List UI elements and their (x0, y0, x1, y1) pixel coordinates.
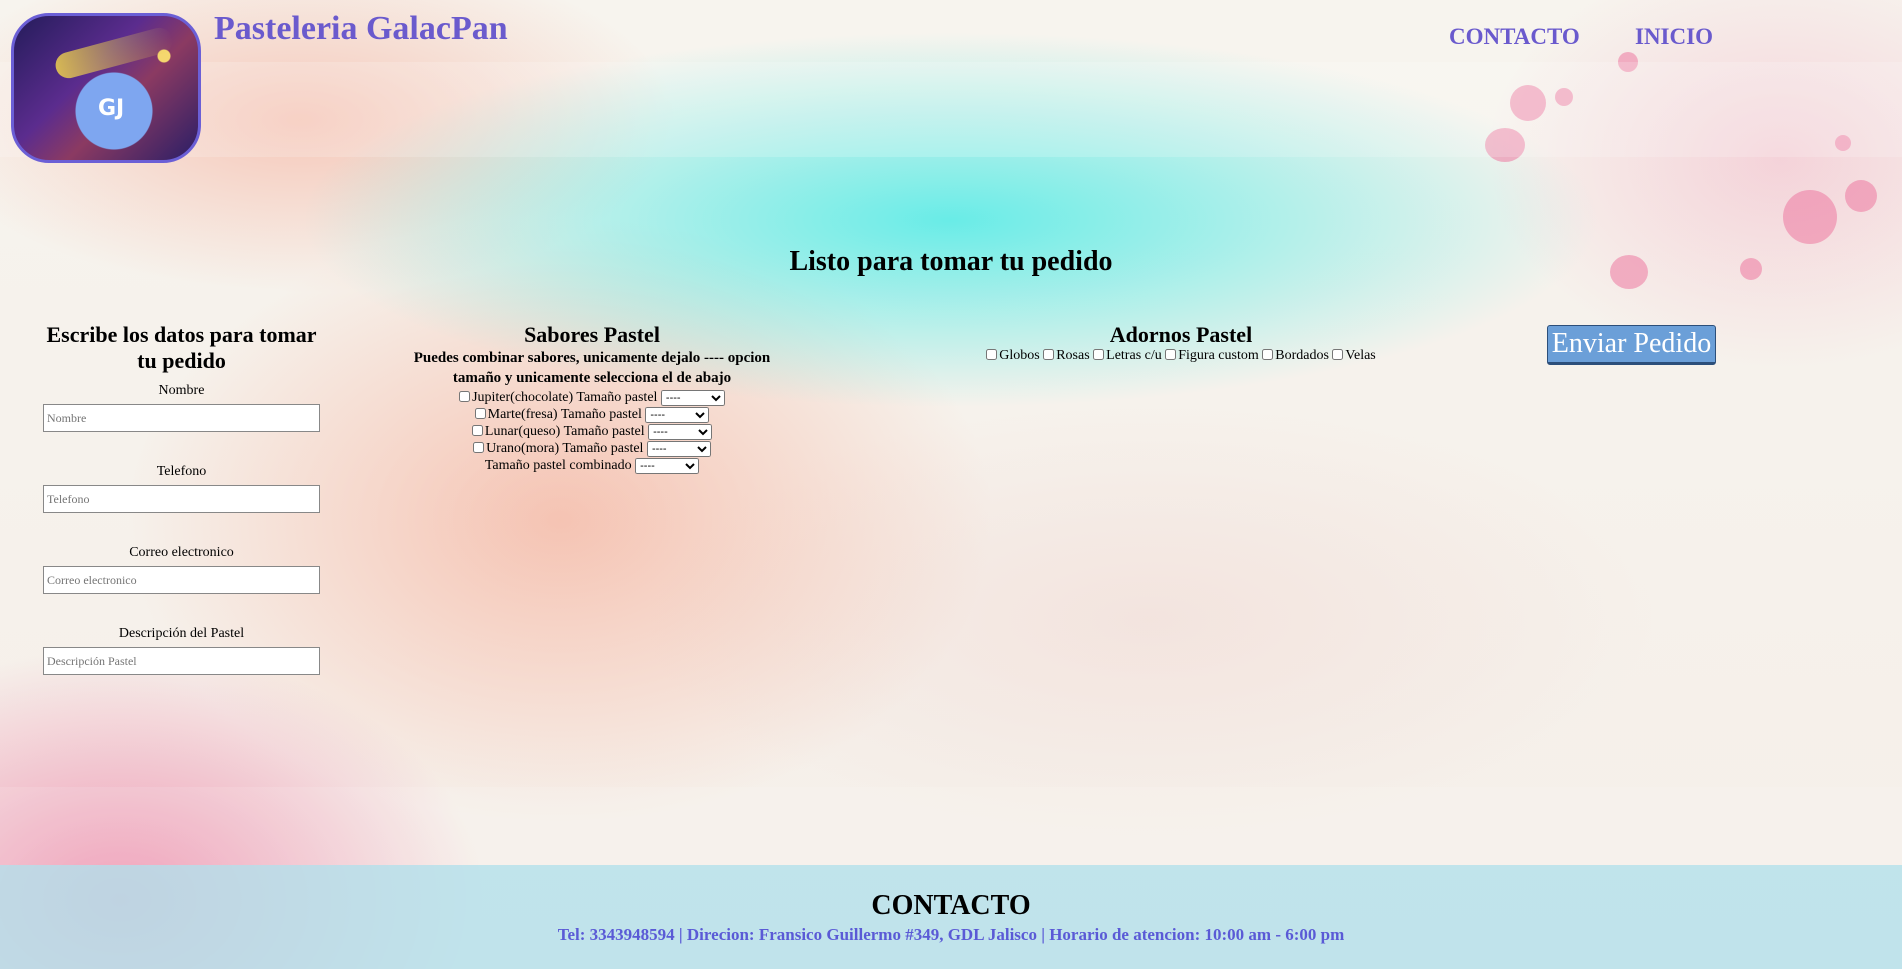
flavor-name: Urano(mora) (486, 441, 560, 456)
combined-size-label: Tamaño pastel combinado (484, 458, 632, 473)
footer-heading: CONTACTO (871, 890, 1031, 921)
phone-input[interactable] (43, 485, 320, 513)
size-label: Tamaño pastel (576, 390, 658, 405)
flavor-lunar-size-select[interactable]: ---- (648, 424, 713, 440)
decor-bordados-checkbox[interactable] (1262, 349, 1274, 360)
combined-size-select[interactable]: ---- (635, 458, 700, 474)
flavor-urano-checkbox[interactable] (473, 442, 485, 453)
decor-letras-checkbox[interactable] (1093, 349, 1105, 360)
flavor-urano-size-select[interactable]: ---- (646, 441, 711, 457)
site-title: Pasteleria GalacPan (214, 10, 508, 47)
flavor-marte-checkbox[interactable] (474, 408, 486, 419)
header-band (0, 62, 1902, 157)
decor-splash (1783, 190, 1837, 244)
submit-order-button[interactable]: Enviar Pedido (1547, 325, 1716, 365)
description-field-group: Descripción del Pastel (40, 625, 323, 675)
footer-contact-info: Tel: 3343948594 | Direcion: Fransico Gui… (557, 925, 1345, 944)
decor-label: Rosas (1056, 348, 1090, 363)
combined-size-row: Tamaño pastel combinado ---- (400, 457, 784, 474)
decorations-heading: Adornos Pastel (1109, 322, 1253, 347)
flavor-name: Jupiter(chocolate) (472, 390, 574, 405)
shooting-star-icon (52, 24, 176, 82)
footer: CONTACTO Tel: 3343948594 | Direcion: Fra… (0, 865, 1902, 969)
decor-label: Velas (1345, 348, 1376, 363)
flavor-marte-size-select[interactable]: ---- (645, 407, 710, 423)
email-label: Correo electronico (129, 545, 234, 560)
flavor-jupiter-size-select[interactable]: ---- (660, 390, 725, 406)
description-label: Descripción del Pastel (118, 626, 245, 641)
flavor-name: Lunar(queso) (484, 424, 561, 439)
phone-field-group: Telefono (40, 463, 323, 513)
email-input[interactable] (43, 566, 320, 594)
decorations-section: Adornos Pastel Globos Rosas Letras c/u F… (960, 322, 1402, 364)
flavor-jupiter-checkbox[interactable] (459, 391, 471, 402)
logo-glyph: GJ (98, 96, 125, 121)
nav-inicio-link[interactable]: INICIO (1635, 24, 1713, 50)
decor-globos-checkbox[interactable] (986, 349, 998, 360)
flavor-row-lunar: Lunar(queso) Tamaño pastel ---- (400, 423, 784, 440)
decor-velas-checkbox[interactable] (1332, 349, 1344, 360)
flavor-name: Marte(fresa) (487, 407, 558, 422)
nav-contacto-link[interactable]: CONTACTO (1449, 24, 1580, 50)
flavors-note: Puedes combinar sabores, unicamente deja… (413, 350, 771, 386)
decor-figura-checkbox[interactable] (1165, 349, 1177, 360)
flavor-row-marte: Marte(fresa) Tamaño pastel ---- (400, 406, 784, 423)
name-input[interactable] (43, 404, 320, 432)
page-title: Listo para tomar tu pedido (789, 246, 1113, 277)
flavors-section: Sabores Pastel Puedes combinar sabores, … (400, 322, 784, 474)
decor-splash (1845, 180, 1877, 212)
customer-form: Escribe los datos para tomar tu pedido N… (40, 322, 323, 706)
flavors-heading: Sabores Pastel (524, 322, 660, 347)
footer-band (0, 787, 1902, 865)
logo: GJ (11, 13, 201, 163)
decor-label: Globos (999, 348, 1040, 363)
description-input[interactable] (43, 647, 320, 675)
decor-rosas-checkbox[interactable] (1043, 349, 1055, 360)
name-field-group: Nombre (40, 382, 323, 432)
name-label: Nombre (158, 383, 205, 398)
phone-label: Telefono (156, 464, 207, 479)
flavor-row-urano: Urano(mora) Tamaño pastel ---- (400, 440, 784, 457)
decorations-row: Globos Rosas Letras c/u Figura custom Bo… (960, 348, 1402, 364)
decor-label: Bordados (1275, 348, 1329, 363)
decor-label: Letras c/u (1106, 348, 1162, 363)
form-heading: Escribe los datos para tomar tu pedido (46, 322, 317, 373)
size-label: Tamaño pastel (560, 407, 642, 422)
size-label: Tamaño pastel (562, 441, 644, 456)
size-label: Tamaño pastel (563, 424, 645, 439)
email-field-group: Correo electronico (40, 544, 323, 594)
decor-label: Figura custom (1178, 348, 1259, 363)
flavor-lunar-checkbox[interactable] (471, 425, 483, 436)
flavor-row-jupiter: Jupiter(chocolate) Tamaño pastel ---- (400, 389, 784, 406)
